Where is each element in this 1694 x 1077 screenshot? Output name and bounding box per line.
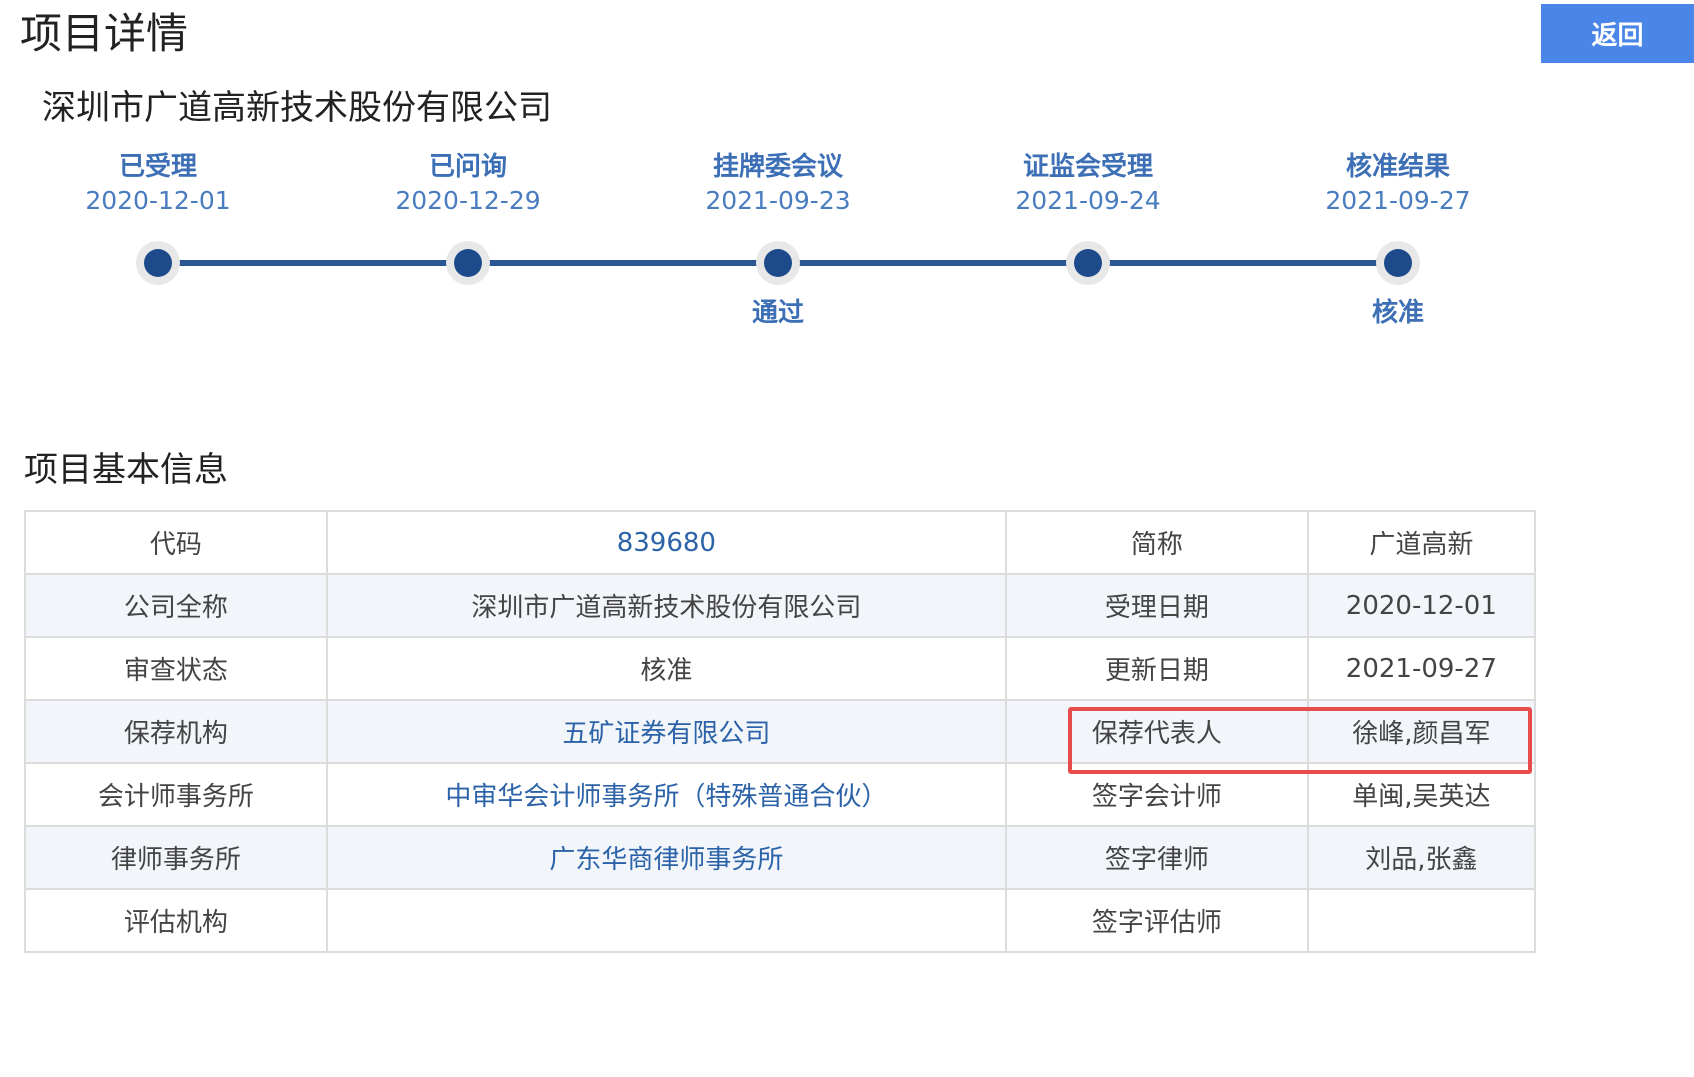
field-label: 受理日期 <box>1004 573 1309 638</box>
step-label: 挂牌委会议 <box>712 152 843 182</box>
field-value: 刘品,张鑫 <box>1306 825 1537 890</box>
company-name: 深圳市广道高新技术股份有限公司 <box>42 88 552 128</box>
field-label: 保荐机构 <box>24 699 328 764</box>
field-value: 广道高新 <box>1306 510 1537 575</box>
field-label: 签字会计师 <box>1004 762 1309 827</box>
field-label: 简称 <box>1004 510 1309 575</box>
code-link[interactable]: 839680 <box>325 510 1007 575</box>
project-info-table: 代码 839680 简称 广道高新 公司全称 深圳市广道高新技术股份有限公司 受… <box>24 510 1537 953</box>
field-label: 签字评估师 <box>1004 888 1309 953</box>
field-value <box>1306 888 1537 953</box>
step-date: 2021-09-24 <box>1015 186 1161 215</box>
accounting-firm-link[interactable]: 中审华会计师事务所（特殊普通合伙） <box>325 762 1007 827</box>
table-row: 公司全称 深圳市广道高新技术股份有限公司 受理日期 2020-12-01 <box>24 573 1537 638</box>
step-date: 2020-12-01 <box>85 186 231 215</box>
field-value: 2020-12-01 <box>1306 573 1537 638</box>
law-firm-link[interactable]: 广东华商律师事务所 <box>325 825 1007 890</box>
step-date: 2020-12-29 <box>395 186 541 215</box>
field-label: 审查状态 <box>24 636 328 701</box>
step-dot-icon <box>446 241 490 285</box>
back-button[interactable]: 返回 <box>1541 4 1694 63</box>
step-dot-icon <box>136 241 180 285</box>
field-label: 公司全称 <box>24 573 328 638</box>
field-value: 核准 <box>325 636 1007 701</box>
field-label: 评估机构 <box>24 888 328 953</box>
field-value: 徐峰,颜昌军 <box>1306 699 1537 764</box>
timeline-step-approval-result: 核准结果 2021-09-27 核准 <box>1278 150 1518 328</box>
table-row: 保荐机构 五矿证券有限公司 保荐代表人 徐峰,颜昌军 <box>24 699 1537 764</box>
page-title: 项目详情 <box>20 9 189 58</box>
step-dot-icon <box>756 241 800 285</box>
step-result: 通过 <box>751 298 804 328</box>
field-label: 会计师事务所 <box>24 762 328 827</box>
field-label: 律师事务所 <box>24 825 328 890</box>
field-label: 代码 <box>24 510 328 575</box>
field-value: 2021-09-27 <box>1306 636 1537 701</box>
step-label: 已受理 <box>118 152 197 182</box>
section-title-basic-info: 项目基本信息 <box>24 450 228 490</box>
table-row: 评估机构 签字评估师 <box>24 888 1537 953</box>
step-date: 2021-09-23 <box>705 186 851 215</box>
step-label: 核准结果 <box>1345 152 1450 182</box>
step-dot-icon <box>1376 241 1420 285</box>
field-value: 单闽,吴英达 <box>1306 762 1537 827</box>
progress-timeline: 已受理 2020-12-01 已问询 2020-12-29 挂牌委会议 2021… <box>0 150 1694 350</box>
table-row: 律师事务所 广东华商律师事务所 签字律师 刘品,张鑫 <box>24 825 1537 890</box>
step-label: 证监会受理 <box>1022 152 1153 182</box>
step-dot-icon <box>1066 241 1110 285</box>
step-date: 2021-09-27 <box>1325 186 1471 215</box>
field-value <box>325 888 1007 953</box>
timeline-step-csrc-accepted: 证监会受理 2021-09-24 <box>968 150 1208 285</box>
sponsor-link[interactable]: 五矿证券有限公司 <box>325 699 1007 764</box>
timeline-step-accepted: 已受理 2020-12-01 <box>38 150 278 285</box>
field-value: 深圳市广道高新技术股份有限公司 <box>325 573 1007 638</box>
table-row: 审查状态 核准 更新日期 2021-09-27 <box>24 636 1537 701</box>
timeline-step-inquired: 已问询 2020-12-29 <box>348 150 588 285</box>
step-label: 已问询 <box>428 152 507 182</box>
timeline-step-committee-meeting: 挂牌委会议 2021-09-23 通过 <box>658 150 898 328</box>
field-label: 签字律师 <box>1004 825 1309 890</box>
field-label: 更新日期 <box>1004 636 1309 701</box>
field-label: 保荐代表人 <box>1004 699 1309 764</box>
table-row: 会计师事务所 中审华会计师事务所（特殊普通合伙） 签字会计师 单闽,吴英达 <box>24 762 1537 827</box>
step-result: 核准 <box>1371 298 1424 328</box>
table-row: 代码 839680 简称 广道高新 <box>24 510 1537 575</box>
